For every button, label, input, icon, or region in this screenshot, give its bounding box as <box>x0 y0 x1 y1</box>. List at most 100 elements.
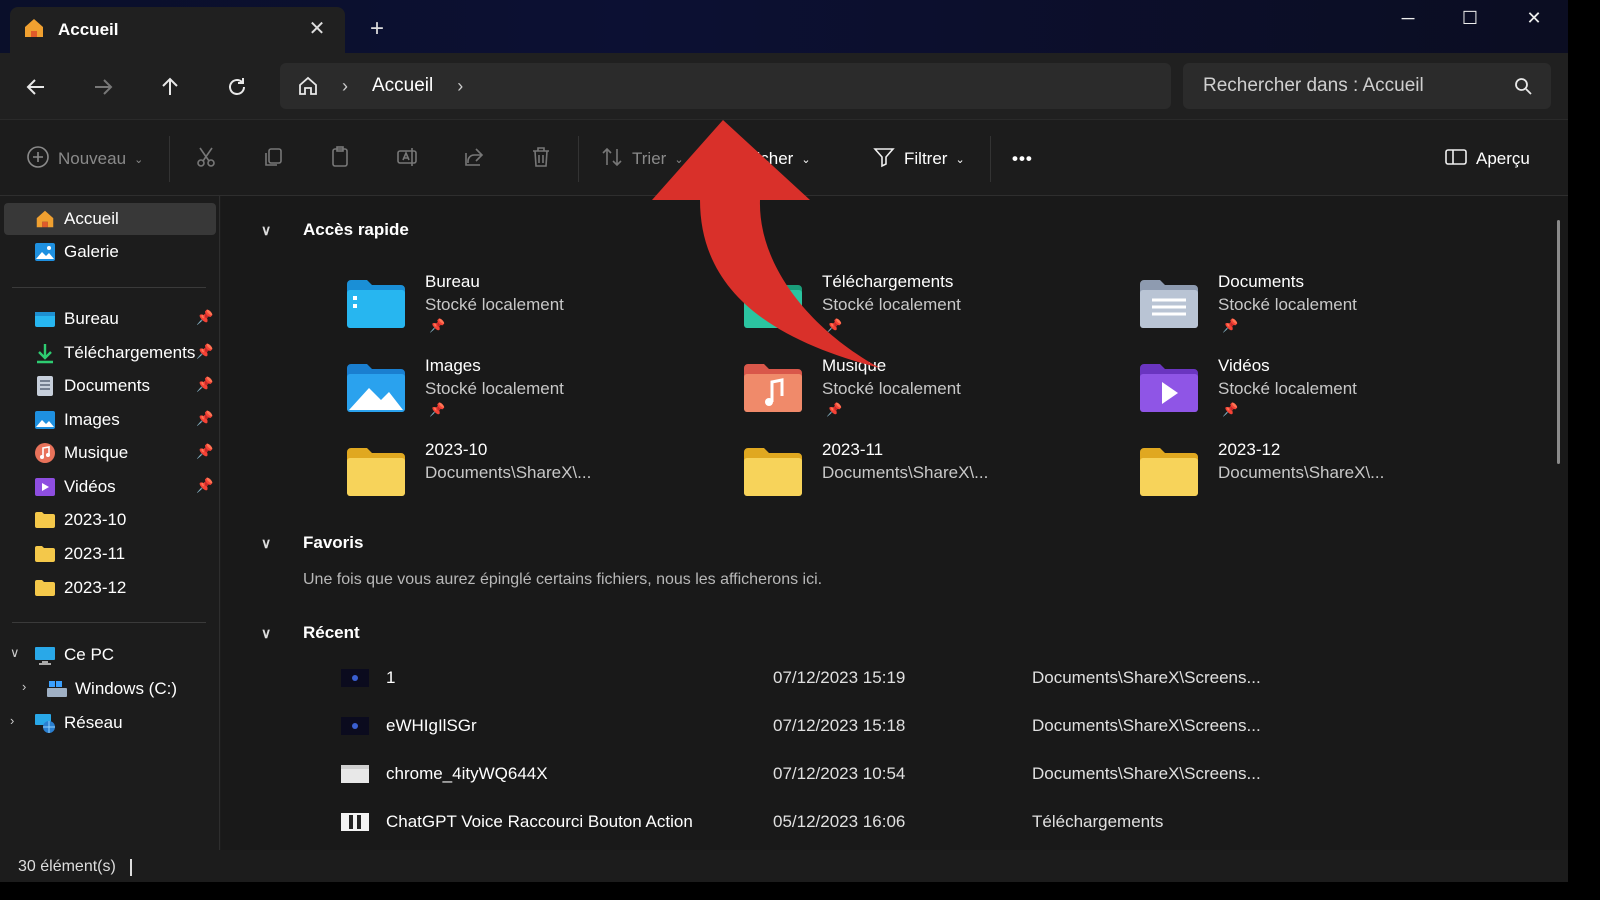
pin-icon[interactable]: 📌 <box>196 309 213 326</box>
new-button[interactable]: Nouveau ⌄ <box>26 144 143 174</box>
sort-label: Trier <box>632 149 667 168</box>
sidebar-item-2023-11[interactable]: 2023-11 <box>4 538 216 570</box>
search-input[interactable]: Rechercher dans : Accueil <box>1183 63 1551 109</box>
address-bar[interactable]: › Accueil › <box>280 63 1171 109</box>
sidebar-item-galerie[interactable]: Galerie <box>4 236 216 268</box>
preview-pane-button[interactable]: Aperçu <box>1444 144 1530 174</box>
quick-access-musique[interactable]: Musique Stocké localement 📌 <box>742 356 1102 436</box>
item-name: Bureau <box>425 272 480 291</box>
sidebar-item-label: Musique <box>64 443 129 462</box>
chevron-down-icon[interactable]: ∨ <box>261 625 285 642</box>
close-window-button[interactable]: ✕ <box>1512 6 1556 30</box>
recent-row[interactable]: ChatGPT Voice Raccourci Bouton Action 05… <box>341 805 1441 845</box>
search-icon[interactable] <box>1513 76 1533 102</box>
item-location: Stocké localement <box>1218 295 1357 314</box>
share-button[interactable] <box>462 144 486 174</box>
navigation-bar: › Accueil › Rechercher dans : Accueil <box>0 53 1568 119</box>
pin-icon[interactable]: 📌 <box>196 443 213 460</box>
favorites-empty-message: Une fois que vous aurez épinglé certains… <box>303 571 823 588</box>
delete-button[interactable] <box>529 144 553 174</box>
sidebar-item-reseau[interactable]: › Réseau <box>4 707 216 739</box>
copy-button[interactable] <box>261 144 285 174</box>
quick-access-telechargements[interactable]: Téléchargements Stocké localement 📌 <box>742 272 1102 352</box>
file-path: Documents\ShareX\Screens... <box>1032 764 1261 783</box>
sidebar-item-label: Accueil <box>64 209 119 228</box>
sidebar-item-documents[interactable]: Documents 📌 <box>4 370 216 402</box>
quick-access-bureau[interactable]: Bureau Stocké localement 📌 <box>345 272 705 352</box>
music-folder-icon <box>34 442 56 464</box>
chevron-right-icon[interactable]: › <box>10 713 14 728</box>
view-button[interactable]: Afficher ⌄ <box>736 144 811 174</box>
tab-accueil[interactable]: Accueil ✕ <box>10 7 345 53</box>
recent-row[interactable]: chrome_4ityWQ644X 07/12/2023 10:54 Docum… <box>341 757 1441 797</box>
home-outline-icon[interactable] <box>296 74 320 103</box>
chevron-down-icon[interactable]: ∨ <box>261 535 285 552</box>
item-name: Téléchargements <box>822 272 954 291</box>
item-location: Stocké localement <box>822 379 961 398</box>
forward-arrow-icon[interactable] <box>86 70 120 104</box>
maximize-button[interactable]: ☐ <box>1448 6 1492 30</box>
item-location: Documents\ShareX\... <box>425 463 592 482</box>
quick-access-2023-11[interactable]: 2023-11 Documents\ShareX\... <box>742 440 1102 520</box>
recent-row[interactable]: 1 07/12/2023 15:19 Documents\ShareX\Scre… <box>341 661 1441 701</box>
sidebar-item-label: Galerie <box>64 242 119 261</box>
pin-icon[interactable]: 📌 <box>196 410 213 427</box>
sidebar-item-bureau[interactable]: Bureau 📌 <box>4 303 216 335</box>
refresh-icon[interactable] <box>220 70 254 104</box>
quick-access-header[interactable]: ∨ Accès rapide <box>261 220 409 240</box>
up-arrow-icon[interactable] <box>153 70 187 104</box>
quick-access-images[interactable]: Images Stocké localement 📌 <box>345 356 705 436</box>
add-circle-icon <box>26 145 50 174</box>
quick-access-2023-12[interactable]: 2023-12 Documents\ShareX\... <box>1138 440 1498 520</box>
quick-access-videos[interactable]: Vidéos Stocké localement 📌 <box>1138 356 1498 436</box>
sidebar-item-ce-pc[interactable]: ∨ Ce PC <box>4 639 216 671</box>
status-bar: 30 élément(s) <box>0 850 1568 882</box>
item-name: Images <box>425 356 481 375</box>
sidebar-item-2023-10[interactable]: 2023-10 <box>4 504 216 536</box>
toolbar-divider <box>169 136 170 182</box>
file-path: Documents\ShareX\Screens... <box>1032 668 1261 687</box>
new-tab-button[interactable]: + <box>364 15 390 42</box>
sidebar-item-telechargements[interactable]: Téléchargements 📌 <box>4 337 216 369</box>
sidebar-item-musique[interactable]: Musique 📌 <box>4 437 216 469</box>
sidebar-item-accueil[interactable]: Accueil <box>4 203 216 235</box>
favorites-header[interactable]: ∨ Favoris <box>261 533 363 553</box>
sidebar-item-videos[interactable]: Vidéos 📌 <box>4 471 216 503</box>
close-tab-icon[interactable]: ✕ <box>305 16 329 40</box>
back-arrow-icon[interactable] <box>19 70 53 104</box>
chevron-down-icon[interactable]: ∨ <box>261 222 285 239</box>
item-location: Documents\ShareX\... <box>822 463 989 482</box>
quick-access-documents[interactable]: Documents Stocké localement 📌 <box>1138 272 1498 352</box>
sidebar-item-windows-c[interactable]: › Windows (C:) <box>4 673 216 705</box>
cut-button[interactable] <box>194 144 218 174</box>
recent-row[interactable]: eWHIgIlSGr 07/12/2023 15:18 Documents\Sh… <box>341 709 1441 749</box>
file-path: Documents\ShareX\Screens... <box>1032 716 1261 735</box>
pin-icon[interactable]: 📌 <box>196 343 213 360</box>
recent-header[interactable]: ∨ Récent <box>261 623 360 643</box>
section-title: Favoris <box>303 533 364 552</box>
vertical-scrollbar[interactable] <box>1557 220 1560 464</box>
title-bar: Accueil ✕ + ─ ☐ ✕ <box>0 0 1568 53</box>
sidebar-item-images[interactable]: Images 📌 <box>4 404 216 436</box>
pictures-folder-icon <box>34 409 56 431</box>
chevron-down-icon[interactable]: ∨ <box>10 645 20 661</box>
file-name: eWHIgIlSGr <box>386 716 477 735</box>
chevron-right-icon[interactable]: › <box>342 76 348 97</box>
filter-button[interactable]: Filtrer ⌄ <box>872 144 965 174</box>
rename-button[interactable] <box>395 144 419 174</box>
paste-button[interactable] <box>328 144 352 174</box>
pin-icon[interactable]: 📌 <box>196 477 213 494</box>
minimize-button[interactable]: ─ <box>1386 6 1430 30</box>
chevron-right-icon[interactable]: › <box>22 679 26 694</box>
chevron-right-icon[interactable]: › <box>457 76 463 97</box>
sort-button[interactable]: Trier ⌄ <box>600 144 684 174</box>
item-name: 2023-11 <box>822 440 884 459</box>
copy-icon <box>261 145 285 174</box>
breadcrumb-accueil[interactable]: Accueil <box>372 75 433 97</box>
filter-label: Filtrer <box>904 149 948 168</box>
pin-icon[interactable]: 📌 <box>196 376 213 393</box>
more-options-button[interactable]: ••• <box>1012 144 1033 174</box>
sidebar-item-label: Bureau <box>64 309 119 328</box>
quick-access-2023-10[interactable]: 2023-10 Documents\ShareX\... <box>345 440 705 520</box>
sidebar-item-2023-12[interactable]: 2023-12 <box>4 572 216 604</box>
